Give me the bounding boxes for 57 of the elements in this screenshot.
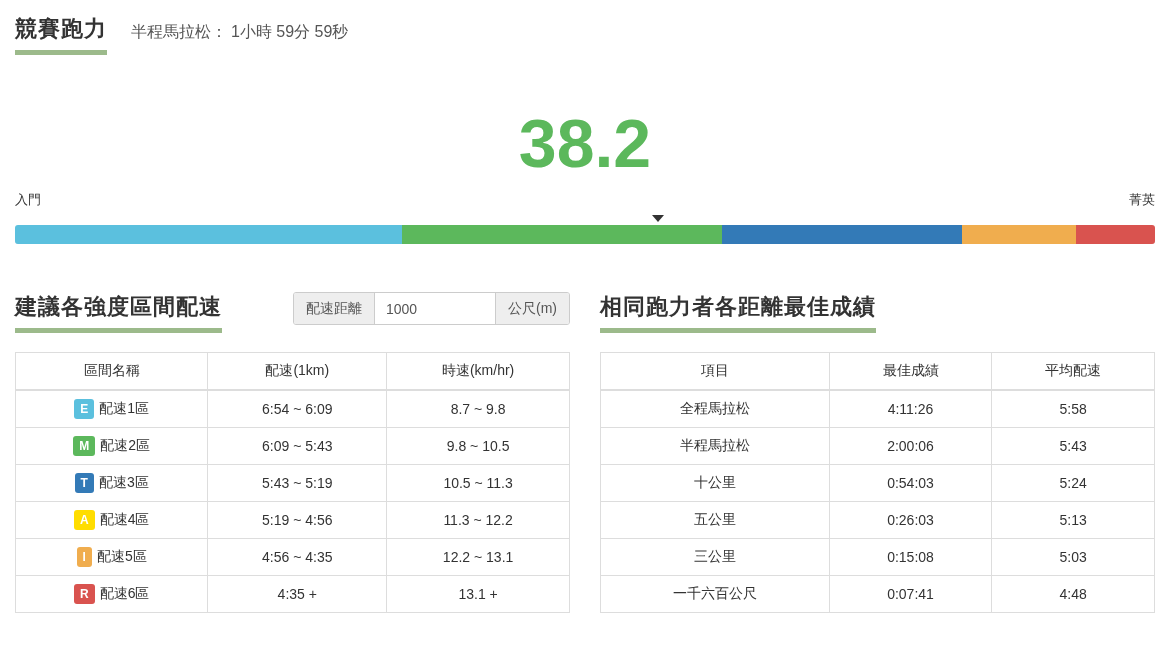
table-cell: 5:43 ~ 5:19: [207, 464, 387, 502]
table-cell: 4:56 ~ 4:35: [207, 538, 387, 576]
table-cell: 三公里: [600, 538, 830, 576]
column-header: 時速(km/hr): [386, 352, 570, 390]
table-cell: 5:58: [991, 390, 1155, 428]
zone-name: 配速1區: [99, 400, 150, 418]
table-cell: 半程馬拉松: [600, 427, 830, 465]
table-cell: 5:19 ~ 4:56: [207, 501, 387, 539]
race-time: 1小時 59分 59秒: [231, 22, 349, 42]
distance-field[interactable]: 配速距離 1000 公尺(m): [293, 292, 570, 325]
table-cell: 0:54:03: [829, 464, 992, 502]
table-cell: 6:09 ~ 5:43: [207, 427, 387, 465]
table-cell: 4:11:26: [829, 390, 992, 428]
zone-name: 配速6區: [99, 585, 150, 603]
column-header: 最佳成績: [829, 352, 992, 390]
table-cell: 5:03: [991, 538, 1155, 576]
zone-badge: A: [73, 510, 95, 530]
zone-badge: R: [73, 584, 95, 604]
zone-badge: T: [74, 473, 94, 493]
table-cell: 13.1 +: [386, 575, 570, 613]
zone-name: 配速4區: [99, 511, 150, 529]
table-cell: 0:15:08: [829, 538, 992, 576]
section-title: 建議各強度區間配速: [15, 292, 222, 333]
table-cell: 11.3 ~ 12.2: [386, 501, 570, 539]
zone-name: 配速3區: [98, 474, 149, 492]
table-cell: 5:43: [991, 427, 1155, 465]
column-header: 項目: [600, 352, 830, 390]
zone-badge: I: [76, 547, 92, 567]
table-cell: 12.2 ~ 13.1: [386, 538, 570, 576]
table-cell: 5:13: [991, 501, 1155, 539]
table-cell: 一千六百公尺: [600, 575, 830, 613]
table-cell: 10.5 ~ 11.3: [386, 464, 570, 502]
zone-badge: M: [73, 436, 96, 456]
table-cell: 十公里: [600, 464, 830, 502]
table-cell: 0:26:03: [829, 501, 992, 539]
zone-name: 配速2區: [100, 437, 151, 455]
zone-name: 配速5區: [96, 548, 147, 566]
table-cell: 2:00:06: [829, 427, 992, 465]
column-header: 平均配速: [991, 352, 1155, 390]
score-value: 38.2: [517, 104, 653, 183]
race-label: 半程馬拉松：: [131, 22, 227, 42]
table-cell: 4:48: [991, 575, 1155, 613]
table-cell: 五公里: [600, 501, 830, 539]
section-title: 相同跑力者各距離最佳成績: [600, 292, 876, 333]
column-header: 配速(1km): [207, 352, 387, 390]
column-header: 區間名稱: [15, 352, 208, 390]
page-title: 競賽跑力: [15, 14, 107, 55]
table-cell: 全程馬拉松: [600, 390, 830, 428]
table-cell: 4:35 +: [207, 575, 387, 613]
table-cell: 9.8 ~ 10.5: [386, 427, 570, 465]
scale-high-label: 菁英: [1129, 191, 1155, 209]
zone-badge: E: [74, 399, 95, 419]
table-cell: 0:07:41: [829, 575, 992, 613]
table-cell: 5:24: [991, 464, 1155, 502]
table-cell: 8.7 ~ 9.8: [386, 390, 570, 428]
scale-low-label: 入門: [15, 191, 41, 209]
table-cell: 6:54 ~ 6:09: [207, 390, 387, 428]
